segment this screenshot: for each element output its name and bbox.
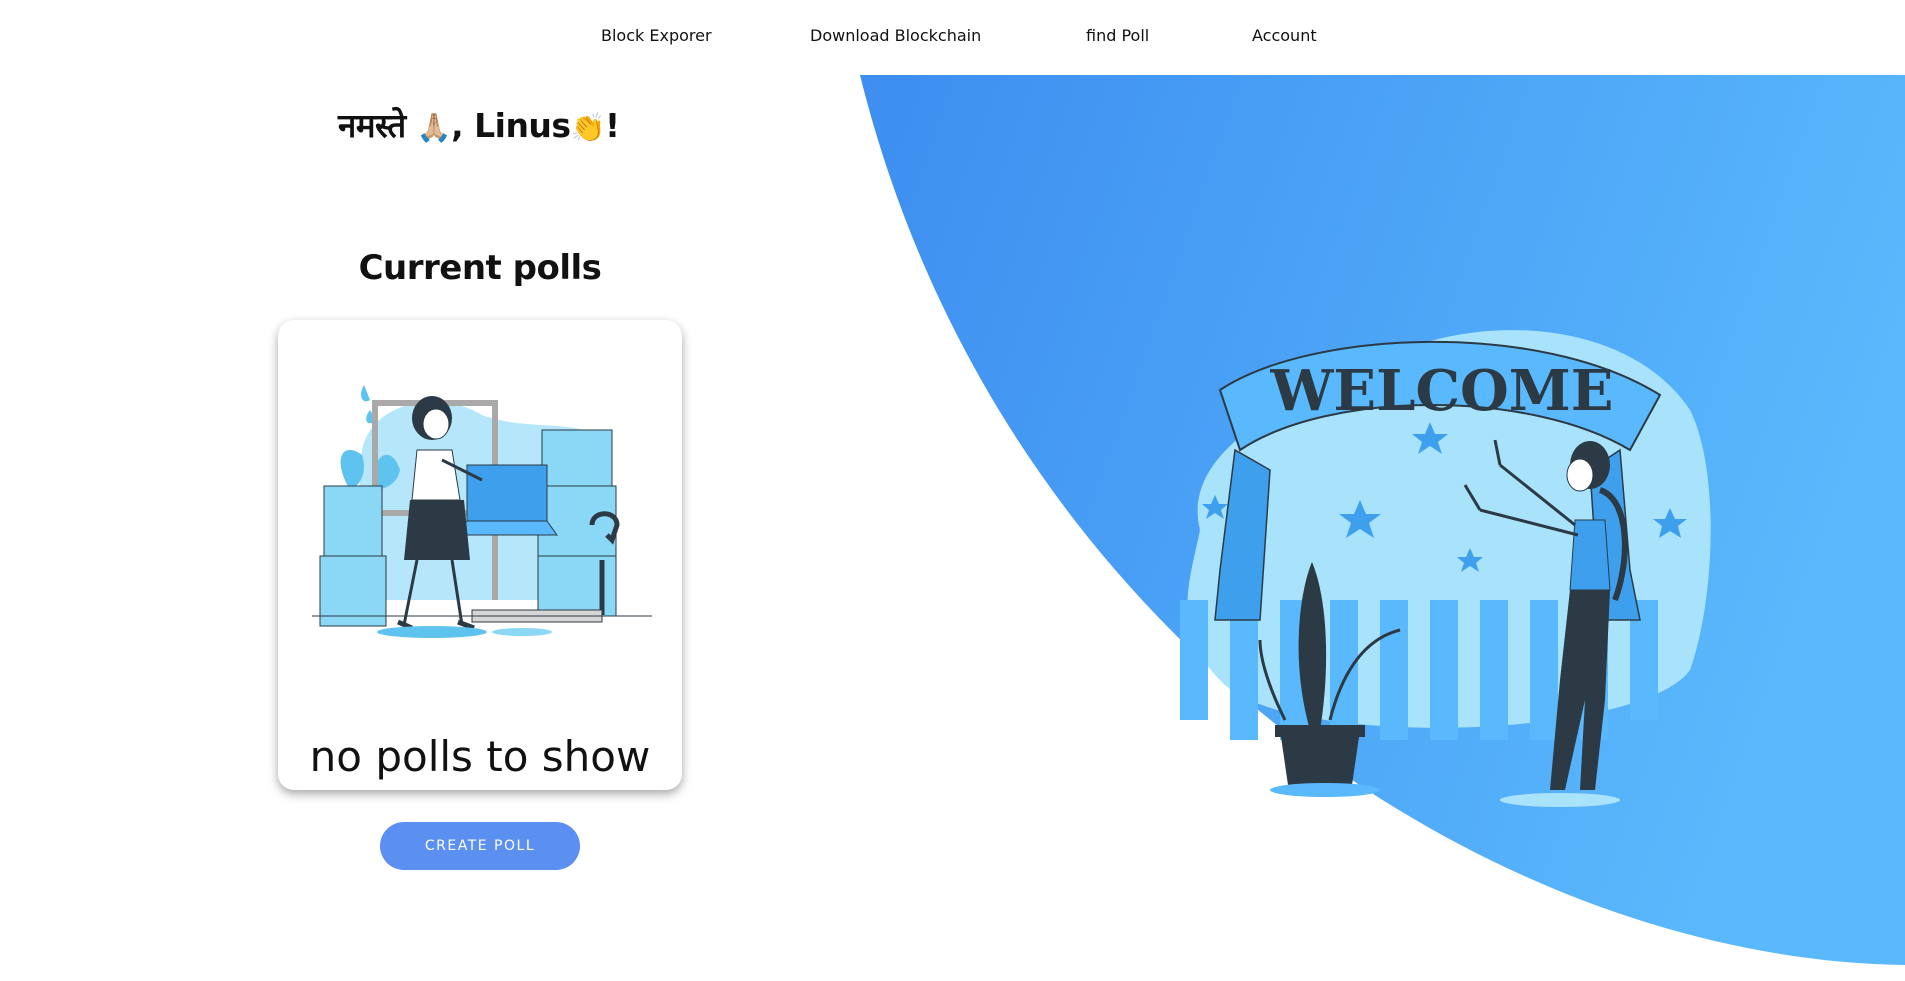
greeting-heading: नमस्ते 🙏🏼, Linus👏! [338, 102, 620, 147]
nav-block-explorer[interactable]: Block Exporer [601, 26, 712, 45]
folded-hands-icon: 🙏🏼 [416, 111, 452, 144]
create-poll-button[interactable]: CREATE POLL [380, 822, 580, 870]
current-polls-title: Current polls [358, 248, 602, 288]
empty-polls-card: no polls to show [278, 320, 682, 790]
empty-polls-message: no polls to show [309, 732, 651, 781]
nav-find-poll[interactable]: find Poll [1086, 26, 1149, 45]
warehouse-illustration [312, 385, 652, 638]
page: Block Exporer Download Blockchain find P… [0, 0, 1905, 981]
welcome-illustration: WELCOME [1180, 330, 1711, 807]
nav-download-blockchain[interactable]: Download Blockchain [810, 26, 981, 45]
greeting-exclaim: ! [604, 106, 620, 145]
clapping-hands-icon: 👏 [570, 111, 606, 144]
greeting-namaste: नमस्ते [338, 106, 406, 145]
greeting-name: , Linus [451, 106, 571, 145]
top-nav: Block Exporer Download Blockchain find P… [0, 22, 1905, 52]
welcome-banner-text: WELCOME [1270, 358, 1614, 424]
nav-account[interactable]: Account [1252, 26, 1317, 45]
